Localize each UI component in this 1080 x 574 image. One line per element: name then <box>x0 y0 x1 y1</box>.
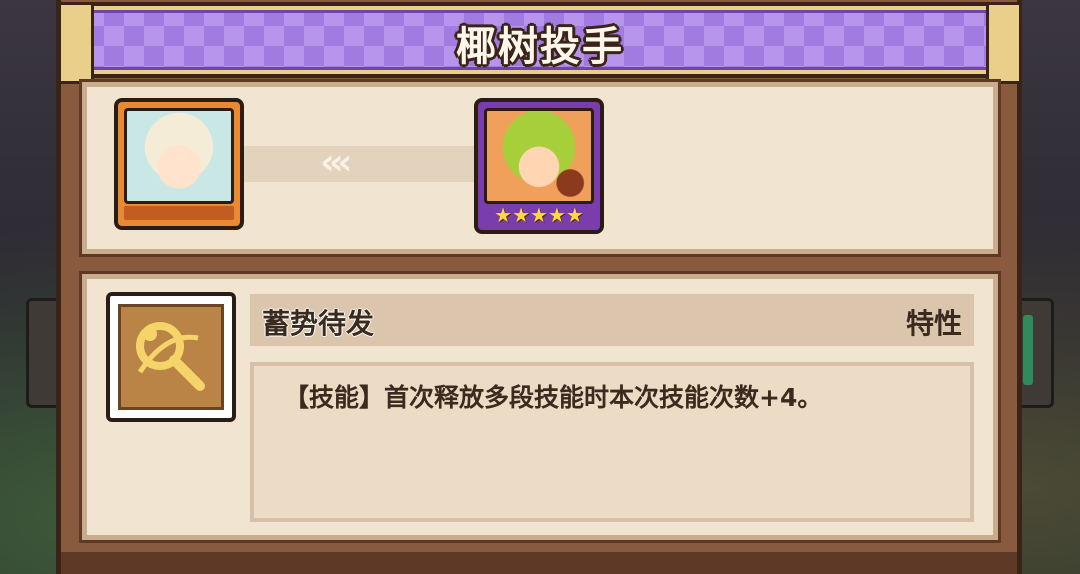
source-unit-portrait <box>124 108 234 204</box>
source-unit-rarity-band <box>124 206 234 220</box>
source-unit-card[interactable] <box>114 98 244 230</box>
title-banner: 椰树投手 <box>58 2 1022 84</box>
evolved-unit-stars: ★★★★★ <box>494 203 584 227</box>
skill-description: 【技能】首次释放多段技能时本次技能次数+4。 <box>284 383 823 412</box>
skill-header: 蓄势待发 特性 <box>250 294 974 346</box>
skill-description-box: 【技能】首次释放多段技能时本次技能次数+4。 <box>250 362 974 522</box>
skill-icon-frame[interactable] <box>106 292 236 422</box>
evolution-arrow-track: ‹‹‹ <box>244 142 474 183</box>
dialog-title: 椰树投手 <box>456 24 624 70</box>
evolved-unit-card[interactable]: ★★★★★ <box>474 98 604 234</box>
evolution-arrow-icon: ‹‹‹ <box>320 142 352 183</box>
evolved-unit-portrait <box>484 108 594 204</box>
skill-type-label: 特性 <box>905 307 962 340</box>
tennis-racket-icon <box>118 304 224 410</box>
skill-name: 蓄势待发 <box>262 307 375 340</box>
